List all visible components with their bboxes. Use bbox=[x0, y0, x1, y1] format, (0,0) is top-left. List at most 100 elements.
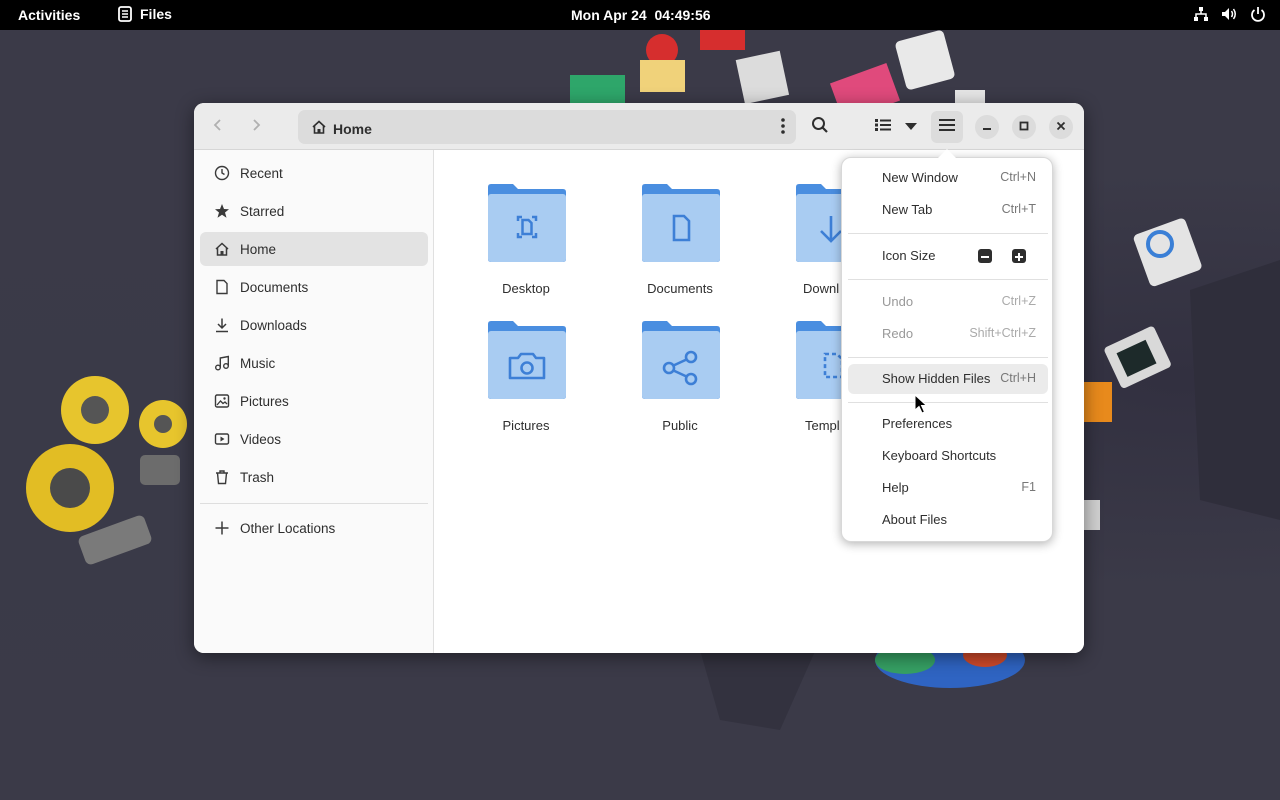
header-bar: Home bbox=[194, 103, 1084, 150]
power-icon bbox=[1250, 6, 1266, 22]
menu-item-keyboard-shortcuts[interactable]: Keyboard Shortcuts bbox=[848, 441, 1048, 471]
dropdown-arrow-icon bbox=[905, 118, 917, 136]
app-name: Files bbox=[140, 6, 172, 22]
list-view-button[interactable] bbox=[867, 111, 899, 143]
sidebar-item-other-locations[interactable]: Other Locations bbox=[200, 511, 428, 545]
files-app-icon bbox=[118, 6, 132, 22]
music-icon bbox=[213, 354, 231, 372]
sidebar-item-pictures[interactable]: Pictures bbox=[200, 384, 428, 418]
sidebar-item-documents[interactable]: Documents bbox=[200, 270, 428, 304]
system-tray[interactable] bbox=[1193, 6, 1266, 22]
folder-label: Desktop bbox=[502, 281, 550, 296]
menu-arrow bbox=[938, 149, 956, 158]
desktop-folder-icon bbox=[488, 184, 566, 262]
sidebar: Recent Starred Home Documents Downloads … bbox=[194, 150, 434, 653]
pictures-folder-icon bbox=[488, 321, 566, 399]
path-label: Home bbox=[333, 120, 372, 137]
menu-item-new-tab[interactable]: New Tab Ctrl+T bbox=[848, 195, 1048, 225]
sidebar-separator bbox=[200, 503, 428, 504]
back-button[interactable] bbox=[202, 111, 234, 143]
folder-label: Pictures bbox=[502, 418, 550, 433]
sidebar-item-label: Recent bbox=[240, 165, 283, 181]
sidebar-item-recent[interactable]: Recent bbox=[200, 156, 428, 190]
app-menu-button[interactable]: Files bbox=[118, 6, 172, 22]
search-icon bbox=[811, 116, 829, 139]
top-bar: Activities Files Mon Apr 24 04:49:56 bbox=[0, 0, 1280, 30]
network-icon bbox=[1193, 6, 1209, 22]
plus-icon bbox=[213, 519, 231, 537]
folder-item[interactable]: Pictures bbox=[466, 320, 586, 440]
folder-item[interactable]: Desktop bbox=[466, 183, 586, 303]
home-icon bbox=[311, 119, 327, 138]
search-button[interactable] bbox=[804, 111, 836, 143]
path-bar[interactable]: Home bbox=[298, 110, 796, 144]
chevron-left-icon bbox=[210, 117, 226, 138]
minimize-icon bbox=[982, 118, 992, 136]
forward-button[interactable] bbox=[240, 111, 272, 143]
sidebar-item-label: Other Locations bbox=[240, 520, 336, 536]
sidebar-item-starred[interactable]: Starred bbox=[200, 194, 428, 228]
sidebar-item-label: Documents bbox=[240, 279, 309, 295]
document-icon bbox=[213, 278, 231, 296]
star-icon bbox=[213, 202, 231, 220]
plus-icon bbox=[1015, 249, 1023, 264]
sidebar-item-label: Videos bbox=[240, 431, 282, 447]
minus-icon bbox=[981, 249, 989, 264]
activities-button[interactable]: Activities bbox=[18, 7, 80, 23]
sidebar-item-label: Home bbox=[240, 241, 277, 257]
menu-separator bbox=[848, 357, 1048, 358]
hamburger-icon bbox=[939, 118, 955, 137]
mouse-cursor-icon bbox=[914, 394, 928, 414]
sidebar-item-music[interactable]: Music bbox=[200, 346, 428, 380]
menu-item-icon-size: Icon Size bbox=[848, 241, 1048, 271]
folder-label: Documents bbox=[647, 281, 713, 296]
main-menu-popover: New Window Ctrl+N New Tab Ctrl+T Icon Si… bbox=[841, 157, 1053, 542]
menu-separator bbox=[848, 233, 1048, 234]
sidebar-item-label: Starred bbox=[240, 203, 285, 219]
documents-folder-icon bbox=[642, 184, 720, 262]
folder-item[interactable]: Documents bbox=[620, 183, 740, 303]
zoom-out-button[interactable] bbox=[978, 249, 992, 263]
path-options-button[interactable] bbox=[780, 117, 786, 140]
picture-icon bbox=[213, 392, 231, 410]
minimize-button[interactable] bbox=[975, 115, 999, 139]
maximize-button[interactable] bbox=[1012, 115, 1036, 139]
sidebar-item-label: Music bbox=[240, 355, 276, 371]
list-view-icon bbox=[875, 118, 891, 137]
menu-item-redo[interactable]: Redo Shift+Ctrl+Z bbox=[848, 319, 1048, 349]
clock-icon bbox=[213, 164, 231, 182]
close-icon bbox=[1056, 118, 1066, 136]
sidebar-item-label: Pictures bbox=[240, 393, 289, 409]
menu-item-new-window[interactable]: New Window Ctrl+N bbox=[848, 163, 1048, 193]
maximize-icon bbox=[1019, 118, 1029, 136]
sidebar-item-home[interactable]: Home bbox=[200, 232, 428, 266]
menu-item-preferences[interactable]: Preferences bbox=[848, 409, 1048, 439]
sidebar-item-videos[interactable]: Videos bbox=[200, 422, 428, 456]
menu-separator bbox=[848, 279, 1048, 280]
volume-icon bbox=[1221, 6, 1238, 22]
close-button[interactable] bbox=[1049, 115, 1073, 139]
download-icon bbox=[213, 316, 231, 334]
public-folder-icon bbox=[642, 321, 720, 399]
video-icon bbox=[213, 430, 231, 448]
view-options-button[interactable] bbox=[898, 111, 924, 143]
folder-item[interactable]: Public bbox=[620, 320, 740, 440]
sidebar-item-trash[interactable]: Trash bbox=[200, 460, 428, 494]
vertical-dots-icon bbox=[780, 118, 786, 139]
sidebar-item-label: Downloads bbox=[240, 317, 307, 333]
folder-label: Public bbox=[662, 418, 698, 433]
sidebar-item-downloads[interactable]: Downloads bbox=[200, 308, 428, 342]
menu-item-help[interactable]: Help F1 bbox=[848, 473, 1048, 503]
main-menu-button[interactable] bbox=[931, 111, 963, 143]
home-icon bbox=[213, 240, 231, 258]
sidebar-item-label: Trash bbox=[240, 469, 275, 485]
clock[interactable]: Mon Apr 24 04:49:56 bbox=[571, 7, 711, 23]
menu-item-show-hidden-files[interactable]: Show Hidden Files Ctrl+H bbox=[848, 364, 1048, 394]
zoom-in-button[interactable] bbox=[1012, 249, 1026, 263]
chevron-right-icon bbox=[248, 117, 264, 138]
menu-item-about-files[interactable]: About Files bbox=[848, 505, 1048, 535]
path-home-button[interactable]: Home bbox=[311, 119, 372, 138]
trash-icon bbox=[213, 468, 231, 486]
menu-separator bbox=[848, 402, 1048, 403]
menu-item-undo[interactable]: Undo Ctrl+Z bbox=[848, 287, 1048, 317]
